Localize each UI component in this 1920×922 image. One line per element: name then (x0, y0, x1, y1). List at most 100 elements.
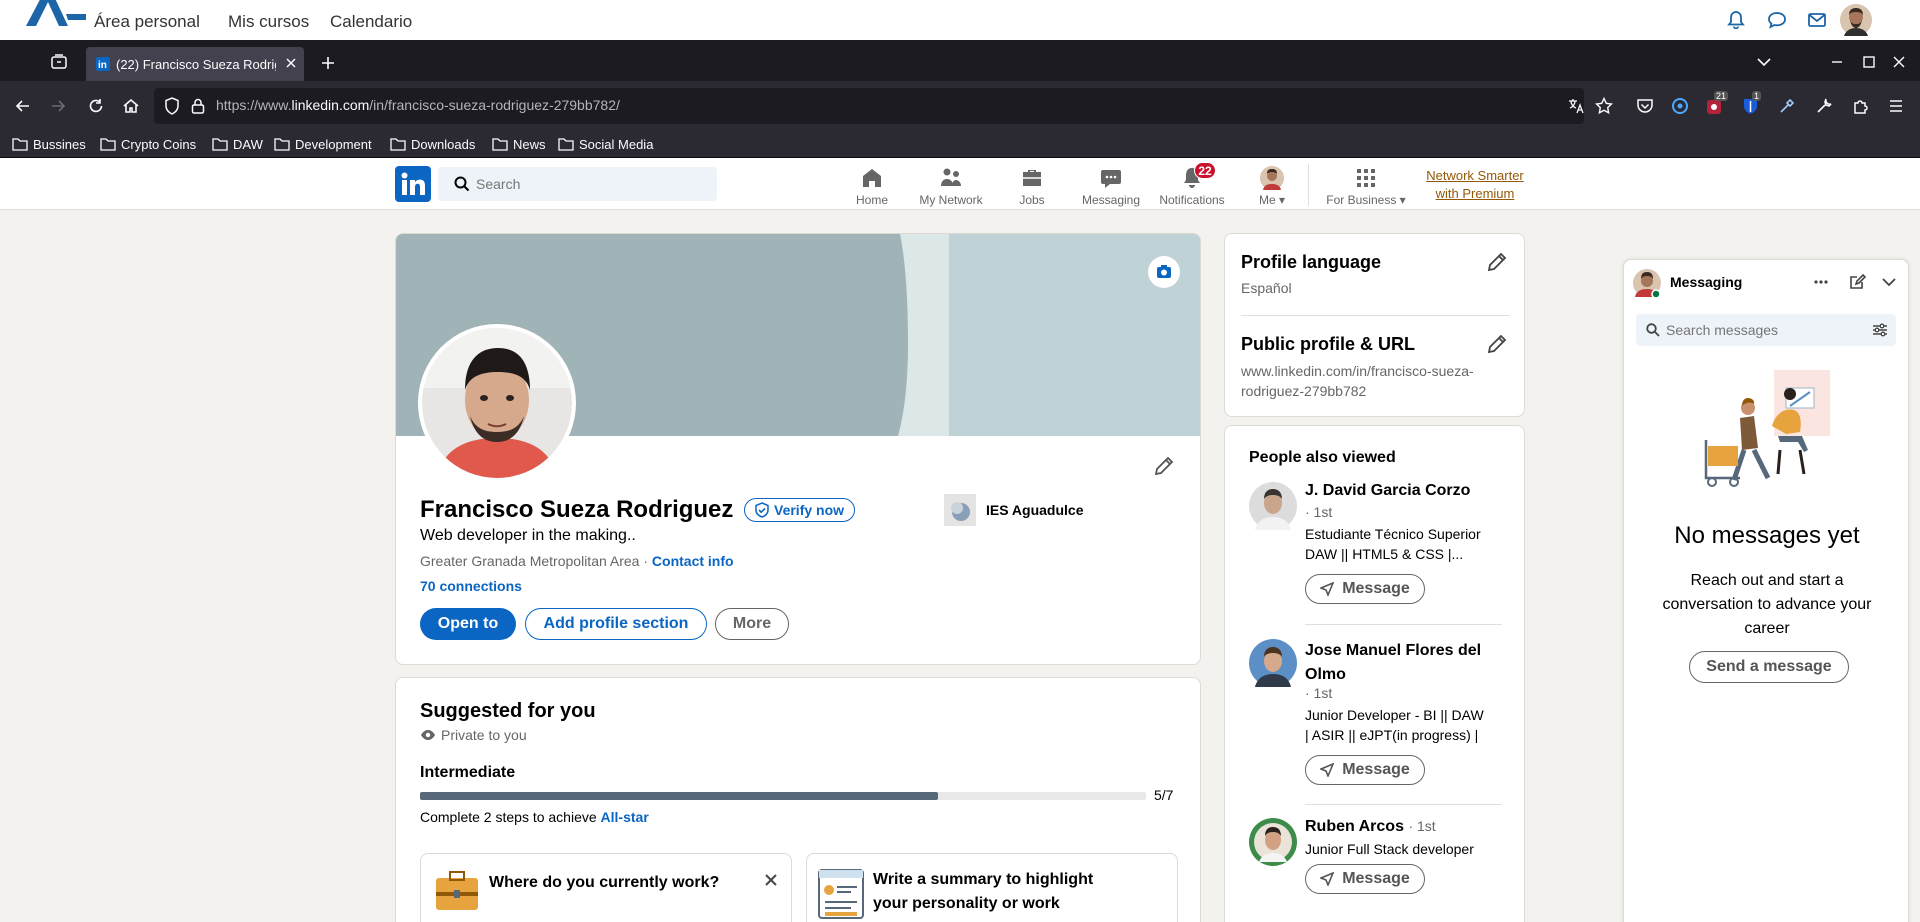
public-url-value[interactable]: www.linkedin.com/in/francisco-sueza- rod… (1241, 361, 1474, 401)
search-messages-input[interactable] (1666, 319, 1856, 341)
search-messages-box[interactable] (1636, 314, 1896, 346)
messaging-panel: Messaging No messages yet Reach out and … (1623, 259, 1909, 922)
bookmark-folder-downloads[interactable]: Downloads (390, 134, 475, 154)
nav-area-personal[interactable]: Área personal (94, 12, 200, 32)
extension-blue-icon[interactable] (1671, 97, 1689, 115)
nav-jobs[interactable]: Jobs (1012, 162, 1052, 208)
suggestion-card-summary[interactable]: Write a summary to highlight your person… (806, 853, 1178, 922)
bookmark-folder-daw[interactable]: DAW (212, 134, 263, 154)
compose-icon[interactable] (1848, 273, 1866, 291)
verify-now-button[interactable]: Verify now (744, 498, 856, 522)
person-name-line: Ruben Arcos · 1st (1305, 818, 1436, 836)
contact-info-link[interactable]: Contact info (652, 553, 734, 569)
nav-messaging[interactable]: Messaging (1078, 162, 1144, 208)
open-to-button[interactable]: Open to (420, 608, 516, 640)
lock-icon[interactable] (191, 97, 205, 115)
suggestion-card-work[interactable]: Where do you currently work? (420, 853, 792, 922)
user-avatar[interactable] (1840, 4, 1872, 36)
steps-text: Complete 2 steps to achieve All-star (420, 809, 649, 825)
tracking-protection-icon[interactable] (164, 97, 180, 115)
maximize-icon[interactable] (1862, 55, 1876, 69)
bookmark-folder-news[interactable]: News (492, 134, 546, 154)
bookmark-folder-development[interactable]: Development (274, 134, 372, 154)
tools-wrench-icon[interactable] (1815, 97, 1833, 115)
more-options-icon[interactable] (1812, 274, 1830, 290)
send-a-message-button[interactable]: Send a message (1689, 651, 1849, 683)
connections-link[interactable]: 70 connections (420, 578, 522, 594)
send-icon (1320, 872, 1335, 886)
linkedin-logo[interactable] (395, 166, 431, 202)
search-input[interactable] (476, 173, 706, 195)
home-icon[interactable] (122, 97, 140, 115)
edit-intro-pencil-icon[interactable] (1152, 454, 1176, 478)
nav-mis-cursos[interactable]: Mis cursos (228, 12, 309, 32)
progress-bar (420, 792, 1146, 800)
empty-messages-illustration (1702, 366, 1834, 498)
search-icon (454, 176, 470, 192)
person-avatar[interactable] (1249, 482, 1297, 530)
search-box[interactable] (438, 167, 717, 201)
premium-link[interactable]: Network Smarter with Premium (1420, 167, 1530, 203)
tab-close-icon[interactable] (284, 56, 298, 70)
message-button[interactable]: Message (1305, 755, 1425, 785)
bookmark-folder-social-media[interactable]: Social Media (558, 134, 653, 154)
public-url-title: Public profile & URL (1241, 334, 1416, 354)
linkedin-favicon: in (96, 57, 110, 71)
profile-photo[interactable] (418, 324, 576, 482)
nav-notifications[interactable]: Notifications (1154, 162, 1230, 208)
person-avatar[interactable] (1249, 639, 1297, 687)
edit-url-pencil-icon[interactable] (1485, 332, 1509, 356)
bookmark-folder-bussines[interactable]: Bussines (12, 134, 86, 154)
tab-title: (22) Francisco Sueza Rodriguez | LinkedI… (116, 57, 276, 72)
close-window-icon[interactable] (1892, 55, 1906, 69)
messaging-avatar[interactable] (1632, 268, 1662, 302)
extension-red-icon[interactable]: 21 (1706, 91, 1729, 115)
message-button[interactable]: Message (1305, 864, 1425, 894)
nav-for-business[interactable]: For Business ▾ (1320, 162, 1412, 208)
message-button[interactable]: Message (1305, 574, 1425, 604)
list-tabs-icon[interactable] (1756, 56, 1772, 68)
tab-overview-icon[interactable] (50, 53, 68, 71)
eye-icon (421, 730, 435, 740)
bitwarden-icon[interactable]: 1 (1742, 91, 1762, 115)
translate-icon[interactable] (1567, 97, 1585, 115)
nav-my-network[interactable]: My Network (914, 162, 988, 208)
person-avatar[interactable] (1249, 818, 1297, 866)
chat-icon[interactable] (1767, 11, 1787, 29)
person-name[interactable]: Ruben Arcos (1305, 818, 1404, 835)
hamburger-menu-icon[interactable] (1887, 97, 1905, 115)
person-headline: Estudiante Técnico Superior DAW || HTML5… (1305, 526, 1481, 562)
filter-icon[interactable] (1872, 323, 1888, 337)
bell-icon[interactable] (1727, 11, 1745, 29)
collapse-chevron-icon[interactable] (1880, 274, 1898, 290)
person-name[interactable]: J. David Garcia Corzo (1305, 482, 1470, 500)
edit-banner-camera-icon[interactable] (1148, 256, 1180, 288)
suggestion-summary-text: Write a summary to highlight your person… (873, 871, 1094, 912)
extensions-puzzle-icon[interactable] (1852, 97, 1870, 115)
education-school[interactable]: IES Aguadulce (944, 494, 1084, 526)
url-text[interactable]: https://www.linkedin.com/in/francisco-su… (216, 97, 620, 113)
new-tab-icon[interactable] (320, 55, 336, 71)
edit-language-pencil-icon[interactable] (1485, 250, 1509, 274)
eyedropper-icon[interactable] (1778, 97, 1796, 115)
dismiss-close-icon[interactable] (763, 872, 779, 888)
forward-icon[interactable] (49, 97, 67, 115)
bookmark-star-icon[interactable] (1595, 97, 1613, 115)
nav-me[interactable]: Me ▾ (1250, 162, 1294, 208)
reload-icon[interactable] (87, 97, 105, 115)
add-profile-section-button[interactable]: Add profile section (525, 608, 707, 640)
moodle-logo[interactable] (22, 0, 86, 26)
nav-home[interactable]: Home (846, 162, 898, 208)
tab-linkedin[interactable]: in (22) Francisco Sueza Rodriguez | Link… (86, 47, 304, 81)
back-icon[interactable] (14, 97, 32, 115)
minimize-icon[interactable] (1830, 57, 1844, 67)
pocket-icon[interactable] (1636, 97, 1654, 115)
bookmark-folder-crypto-coins[interactable]: Crypto Coins (100, 134, 196, 154)
messaging-title[interactable]: Messaging (1670, 274, 1742, 290)
profile-location: Greater Granada Metropolitan Area (420, 553, 640, 569)
person-name[interactable]: Jose Manuel Flores del Olmo (1305, 639, 1481, 687)
mail-icon[interactable] (1807, 11, 1827, 29)
nav-calendario[interactable]: Calendario (330, 12, 412, 32)
all-star-link[interactable]: All-star (601, 809, 649, 825)
more-button[interactable]: More (715, 608, 789, 640)
